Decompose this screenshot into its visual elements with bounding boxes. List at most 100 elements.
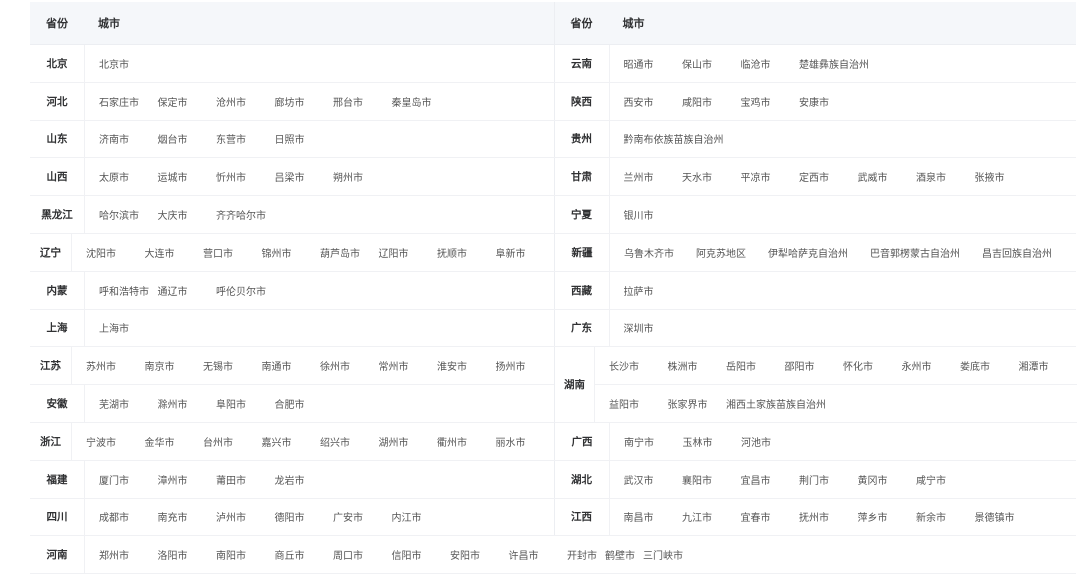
city-item: 内江市 xyxy=(391,513,422,525)
table-row: 福建 厦门市 漳州市 莆田市 龙岩市 湖北 武汉市 襄阳市 宜昌市 荆门市 黄冈市 咸宁市 xyxy=(30,460,1077,499)
province-cell: 贵州 xyxy=(555,120,610,158)
city-item: 日照市 xyxy=(274,135,305,147)
table-row: 河北 石家庄市 保定市 沧州市 廊坊市 邢台市 秦皇岛市 陕西 西安市 咸阳市 宝鸡市 安康市 xyxy=(30,82,1077,121)
city-item: 芜湖市 xyxy=(99,400,129,412)
province-cell: 河北 xyxy=(30,82,85,120)
city-item: 宜昌市 xyxy=(740,475,771,487)
city-item: 德阳市 xyxy=(274,513,305,525)
city-item: 永州市 xyxy=(901,362,932,374)
city-item: 商丘市 xyxy=(274,551,305,563)
city-item: 襄阳市 xyxy=(682,475,712,487)
city-item: 阜新市 xyxy=(495,248,526,260)
city-item: 抚顺市 xyxy=(437,248,467,260)
city-item: 九江市 xyxy=(682,513,712,525)
city-item: 保定市 xyxy=(157,97,188,109)
city-list: 厦门市 漳州市 莆田市 龙岩市 xyxy=(85,461,554,498)
table-row: 山西 太原市 运城市 忻州市 吕梁市 朔州市 甘肃 兰州市 天水市 平凉市 定西市 武威市 酒泉市 张掖市 xyxy=(30,158,1077,197)
city-item: 邵阳市 xyxy=(784,362,815,374)
header-province-right: 省份 xyxy=(570,17,593,30)
city-item: 东营市 xyxy=(216,135,246,147)
header-city: 城市 xyxy=(98,17,120,30)
city-item: 西安市 xyxy=(623,97,654,109)
city-item: 漳州市 xyxy=(157,475,188,487)
province-cell: 云南 xyxy=(555,45,610,82)
city-item: 银川市 xyxy=(623,211,654,223)
city-item: 运城市 xyxy=(157,173,188,185)
city-item: 鹤壁市 xyxy=(605,551,635,563)
city-item: 嘉兴市 xyxy=(261,437,292,449)
city-item: 莆田市 xyxy=(216,475,246,487)
city-item: 三门峡市 xyxy=(643,551,683,563)
city-list: 西安市 咸阳市 宝鸡市 安康市 xyxy=(610,83,1077,120)
city-item: 南昌市 xyxy=(623,513,654,525)
city-item: 临沧市 xyxy=(740,59,771,71)
city-item: 广安市 xyxy=(333,513,363,525)
province-cell: 黑龙江 xyxy=(30,196,85,233)
city-item: 开封市 xyxy=(567,551,597,563)
city-list: 南昌市 九江市 宜春市 抚州市 萍乡市 新余市 景德镇市 xyxy=(610,499,1077,536)
city-list: 兰州市 天水市 平凉市 定西市 武威市 酒泉市 张掖市 xyxy=(610,158,1077,195)
city-item: 滁州市 xyxy=(157,400,188,412)
city-item: 荆门市 xyxy=(799,475,829,487)
province-cell: 浙江 xyxy=(30,422,72,460)
city-item: 咸宁市 xyxy=(916,475,946,487)
city-list: 呼和浩特市 通辽市 呼伦贝尔市 xyxy=(85,272,554,309)
city-item: 张掖市 xyxy=(974,173,1005,185)
city-item: 济南市 xyxy=(99,135,129,147)
city-item: 沈阳市 xyxy=(86,248,116,260)
city-list: 北京市 xyxy=(85,45,554,82)
city-item: 乌鲁木齐市 xyxy=(624,248,674,260)
province-cell: 江苏 xyxy=(30,347,72,385)
city-item: 许昌市 xyxy=(508,551,539,563)
city-item: 深圳市 xyxy=(623,324,654,336)
city-item: 南宁市 xyxy=(624,437,654,449)
table-row: 河南 郑州市 洛阳市 南阳市 商丘市 周口市 信阳市 安阳市 许昌市 开封市 鹤壁市 三门峡市 xyxy=(30,536,1076,574)
city-item: 常州市 xyxy=(378,362,409,374)
city-list: 银川市 xyxy=(610,196,1077,233)
table-row: 内蒙 呼和浩特市 通辽市 呼伦贝尔市 西藏 拉萨市 xyxy=(30,271,1076,310)
city-list: 沈阳市 大连市 营口市 锦州市 葫芦岛市 辽阳市 抚顺市 阜新市 xyxy=(72,234,554,271)
province-cell: 辽宁 xyxy=(30,233,72,271)
city-item: 长沙市 xyxy=(609,362,639,374)
city-item: 萍乡市 xyxy=(857,513,888,525)
table-row: 上海 上海市 广东 深圳市 xyxy=(30,309,1076,348)
city-item: 合肥市 xyxy=(274,400,305,412)
city-list: 南宁市 玉林市 河池市 xyxy=(610,423,1076,460)
province-cell: 陕西 xyxy=(555,82,610,120)
city-item: 咸阳市 xyxy=(682,97,712,109)
city-list: 郑州市 洛阳市 南阳市 商丘市 周口市 信阳市 安阳市 许昌市 开封市 鹤壁市 三门峡市 xyxy=(85,536,1076,573)
table-row: 辽宁 沈阳市 大连市 营口市 锦州市 葫芦岛市 辽阳市 抚顺市 阜新市 新疆 乌鲁木齐市 阿克苏地区 伊… xyxy=(30,233,1076,272)
city-item: 衢州市 xyxy=(437,437,467,449)
city-item: 齐齐哈尔市 xyxy=(216,211,266,223)
city-item: 平凉市 xyxy=(740,173,771,185)
city-item: 哈尔滨市 xyxy=(99,211,139,223)
city-item: 呼伦贝尔市 xyxy=(216,286,266,298)
city-list: 益阳市 张家界市 湘西土家族苗族自治州 xyxy=(595,385,1077,422)
city-item: 丽水市 xyxy=(495,437,526,449)
province-cell: 新疆 xyxy=(555,233,610,271)
city-item: 湘西土家族苗族自治州 xyxy=(726,400,826,412)
city-item: 湘潭市 xyxy=(1018,362,1049,374)
province-cell: 福建 xyxy=(30,460,85,498)
table-row: 黑龙江 哈尔滨市 大庆市 齐齐哈尔市 宁夏 银川市 xyxy=(30,196,1076,234)
city-list: 长沙市 株洲市 岳阳市 邵阳市 怀化市 永州市 娄底市 湘潭市 xyxy=(595,347,1077,386)
city-list: 芜湖市 滁州市 阜阳市 合肥市 xyxy=(85,385,554,422)
city-item: 厦门市 xyxy=(99,475,129,487)
city-item: 龙岩市 xyxy=(274,475,305,487)
city-item: 呼和浩特市 xyxy=(99,286,149,298)
city-item: 拉萨市 xyxy=(623,286,654,298)
city-item: 株洲市 xyxy=(667,362,698,374)
city-item: 扬州市 xyxy=(495,362,526,374)
city-item: 台州市 xyxy=(203,437,233,449)
city-item: 淮安市 xyxy=(437,362,467,374)
city-item: 怀化市 xyxy=(843,362,873,374)
province-cell: 四川 xyxy=(30,498,85,536)
city-item: 宝鸡市 xyxy=(740,97,771,109)
city-item: 新余市 xyxy=(916,513,946,525)
city-item: 娄底市 xyxy=(960,362,990,374)
city-item: 天水市 xyxy=(682,173,712,185)
city-list: 武汉市 襄阳市 宜昌市 荆门市 黄冈市 咸宁市 xyxy=(610,461,1077,498)
table-row: 山东 济南市 烟台市 东营市 日照市 贵州 黔南布依族苗族自治州 xyxy=(30,120,1076,159)
city-item: 石家庄市 xyxy=(99,97,139,109)
city-item: 南阳市 xyxy=(216,551,246,563)
